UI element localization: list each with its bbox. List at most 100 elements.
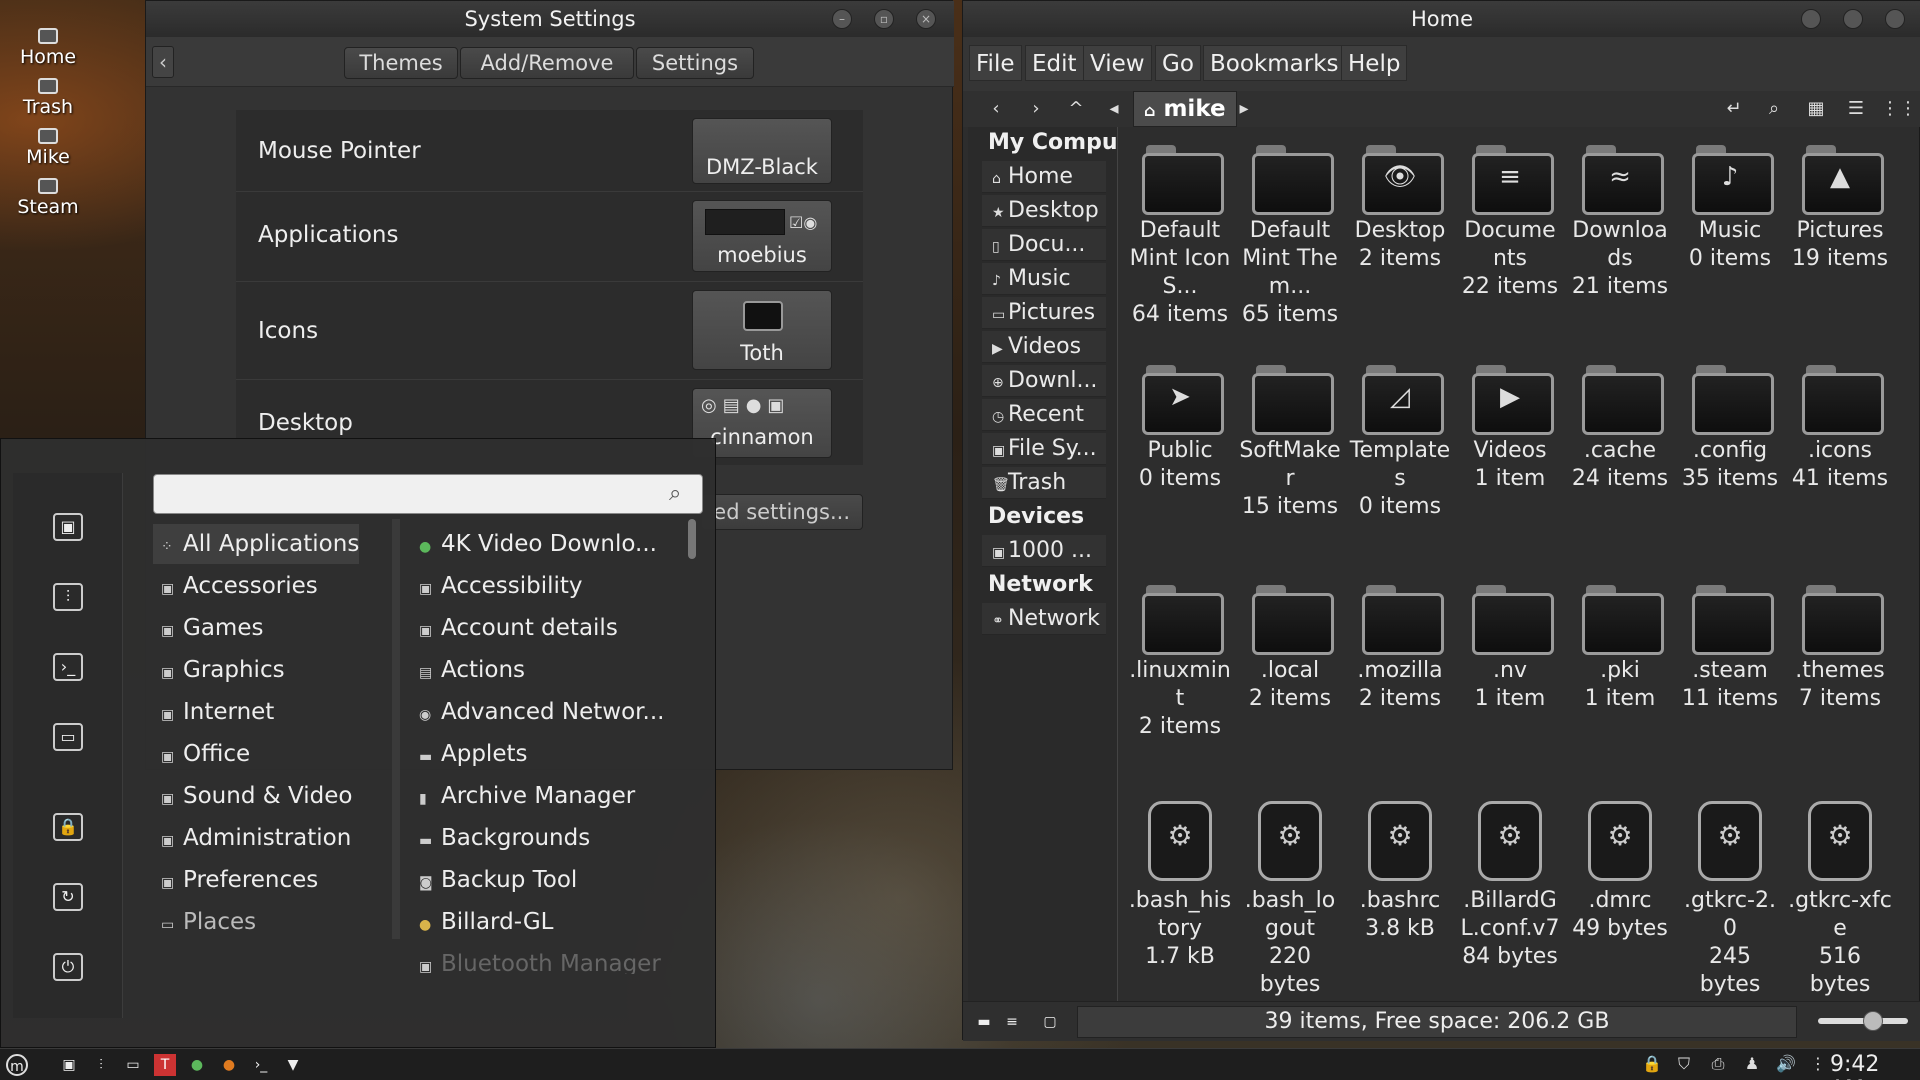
file-item[interactable]: ⚙ .BillardGL.conf.v7 84 bytes — [1458, 801, 1562, 971]
category-places[interactable]: ▭ Places — [153, 902, 256, 942]
up-arrow-icon[interactable]: ^ — [1061, 95, 1091, 123]
back-arrow-icon[interactable]: ‹ — [981, 95, 1011, 123]
app-item[interactable]: ▬ Applets — [419, 734, 527, 774]
app-item[interactable]: ▬ Backgrounds — [419, 818, 590, 858]
software-manager-icon[interactable]: ▼ — [282, 1054, 304, 1076]
back-button[interactable]: ‹ — [152, 46, 174, 78]
sidebar-item-videos[interactable]: ▶ Videos — [982, 331, 1106, 363]
file-item[interactable]: ⚙ .bash_history 1.7 kB — [1128, 801, 1232, 971]
zoom-slider-handle[interactable] — [1863, 1011, 1883, 1031]
app-item[interactable]: ● 4K Video Downlo... — [419, 524, 657, 564]
folder-item[interactable]: .config 35 items — [1678, 361, 1782, 493]
menu-icon[interactable]: m — [6, 1054, 28, 1076]
app-item[interactable]: ▣ Account details — [419, 608, 618, 648]
sidebar-section-network[interactable]: Network — [968, 569, 1118, 601]
software-manager-icon[interactable]: ▣ — [53, 513, 83, 541]
app-item[interactable]: ▣ Bluetooth Manager — [419, 944, 661, 974]
file-item[interactable]: ⚙ .gtkrc-xfce 516 bytes — [1788, 801, 1892, 999]
terminal-icon[interactable]: ›_ — [53, 653, 83, 681]
maximize-button[interactable]: ▫ — [874, 9, 894, 29]
files-icon[interactable]: ▭ — [53, 723, 83, 751]
folder-item[interactable]: ◿ Templates 0 items — [1348, 361, 1452, 521]
sidebar-item-documents[interactable]: ▯ Docu... — [982, 229, 1106, 261]
app-item[interactable]: ▤ Actions — [419, 650, 525, 690]
app-item[interactable]: ● Billard-GL — [419, 902, 553, 942]
category-internet[interactable]: ▣ Internet — [153, 692, 274, 732]
category-accessories[interactable]: ▣ Accessories — [153, 566, 318, 606]
sidebar-item-network[interactable]: ⚭ Network — [982, 603, 1106, 635]
close-button[interactable] — [1885, 9, 1905, 29]
desktop-icon-trash[interactable]: Trash — [0, 78, 96, 118]
folder-item[interactable]: .linuxmint 2 items — [1128, 581, 1232, 741]
file-item[interactable]: ⚙ .dmrc 49 bytes — [1568, 801, 1672, 943]
app-item[interactable]: ▮ Archive Manager — [419, 776, 635, 816]
menu-bookmarks[interactable]: Bookmarks — [1203, 45, 1346, 81]
folder-item[interactable]: ▶ Videos 1 item — [1458, 361, 1562, 493]
notification-icon[interactable]: ♟ — [1740, 1054, 1764, 1076]
folder-item[interactable]: ▲ Pictures 19 items — [1788, 141, 1892, 273]
window-titlebar[interactable]: Home — [963, 1, 1920, 37]
category-preferences[interactable]: ▣ Preferences — [153, 860, 318, 900]
firefox-icon[interactable]: ● — [218, 1054, 240, 1076]
menu-go[interactable]: Go — [1155, 45, 1201, 81]
folder-item[interactable]: .nv 1 item — [1458, 581, 1562, 713]
folder-item[interactable]: .pki 1 item — [1568, 581, 1672, 713]
printer-icon[interactable]: ⎙ — [1706, 1054, 1730, 1076]
4k-downloader-icon[interactable]: ● — [186, 1054, 208, 1076]
network-icon[interactable]: ⋮ — [1806, 1054, 1830, 1076]
folder-item[interactable]: ≡ Documents 22 items — [1458, 141, 1562, 301]
text-editor-icon[interactable]: T — [154, 1054, 176, 1076]
shield-icon[interactable]: ⛉ — [1672, 1054, 1696, 1076]
show-tree-icon[interactable]: ≡ — [1001, 1011, 1023, 1033]
menu-edit[interactable]: Edit — [1025, 45, 1084, 81]
show-desktop-icon[interactable]: ▣ — [58, 1054, 80, 1076]
path-left-icon[interactable]: ◂ — [1099, 95, 1129, 123]
folder-item[interactable]: 👁 Desktop 2 items — [1348, 141, 1452, 273]
tab-add-remove[interactable]: Add/Remove — [460, 47, 634, 79]
terminal-icon[interactable]: ›_ — [250, 1054, 272, 1076]
logout-icon[interactable]: ↻ — [53, 883, 83, 911]
file-item[interactable]: ⚙ .gtkrc-2.0 245 bytes — [1678, 801, 1782, 999]
show-places-icon[interactable]: ▬ — [973, 1011, 995, 1033]
lock-icon[interactable]: 🔒 — [1640, 1054, 1664, 1076]
hide-sidebar-icon[interactable]: ▢ — [1039, 1011, 1061, 1033]
folder-item[interactable]: .steam 11 items — [1678, 581, 1782, 713]
folder-item[interactable]: Default Mint Icon S... 64 items — [1128, 141, 1232, 329]
sidebar-item-downloads[interactable]: ⊕ Downl... — [982, 365, 1106, 397]
sidebar-section-devices[interactable]: Devices — [968, 501, 1118, 533]
menu-help[interactable]: Help — [1341, 45, 1408, 81]
sidebar-item-music[interactable]: ♪ Music — [982, 263, 1106, 295]
other-settings-button[interactable]: ed settings... — [701, 494, 863, 530]
sidebar-item-recent[interactable]: ◷ Recent — [982, 399, 1106, 431]
list-view-icon[interactable]: ☰ — [1841, 95, 1871, 123]
app-item[interactable]: ▣ Accessibility — [419, 566, 583, 606]
toggle-location-icon[interactable]: ↵ — [1719, 95, 1749, 123]
icons-theme-button[interactable]: Toth — [692, 290, 832, 370]
path-segment-home[interactable]: ⌂ mike — [1133, 91, 1237, 127]
app-list-scrollbar[interactable] — [688, 519, 696, 559]
folder-item[interactable]: ≈ Downloads 21 items — [1568, 141, 1672, 301]
forward-arrow-icon[interactable]: › — [1021, 95, 1051, 123]
folder-item[interactable]: Default Mint Them... 65 items — [1238, 141, 1342, 329]
folder-item[interactable]: .cache 24 items — [1568, 361, 1672, 493]
category-games[interactable]: ▣ Games — [153, 608, 263, 648]
sidebar-item-home[interactable]: ⌂ Home — [982, 161, 1106, 193]
tab-themes[interactable]: Themes — [344, 47, 458, 79]
folder-item[interactable]: .local 2 items — [1238, 581, 1342, 713]
category-scrollbar[interactable] — [392, 519, 400, 939]
system-settings-icon[interactable]: ⫶ — [53, 583, 83, 611]
lock-screen-icon[interactable]: 🔒 — [53, 813, 83, 841]
path-right-icon[interactable]: ▸ — [1229, 95, 1259, 123]
sidebar-item-desktop[interactable]: ★ Desktop — [982, 195, 1106, 227]
app-item[interactable]: ◉ Advanced Networ... — [419, 692, 664, 732]
menu-file[interactable]: File — [969, 45, 1022, 81]
folder-item[interactable]: .mozilla 2 items — [1348, 581, 1452, 713]
sidebar-section-my-computer[interactable]: My Compu — [968, 127, 1118, 159]
file-item[interactable]: ⚙ .bash_logout 220 bytes — [1238, 801, 1342, 999]
search-icon[interactable]: ⌕ — [1759, 95, 1789, 123]
category-all-applications[interactable]: ⁘ All Applications — [153, 524, 360, 564]
app-item[interactable]: ◙ Backup Tool — [419, 860, 577, 900]
applications-theme-button[interactable]: ☑◉ moebius — [692, 200, 832, 272]
close-button[interactable]: × — [916, 9, 936, 29]
tab-settings[interactable]: Settings — [636, 47, 754, 79]
